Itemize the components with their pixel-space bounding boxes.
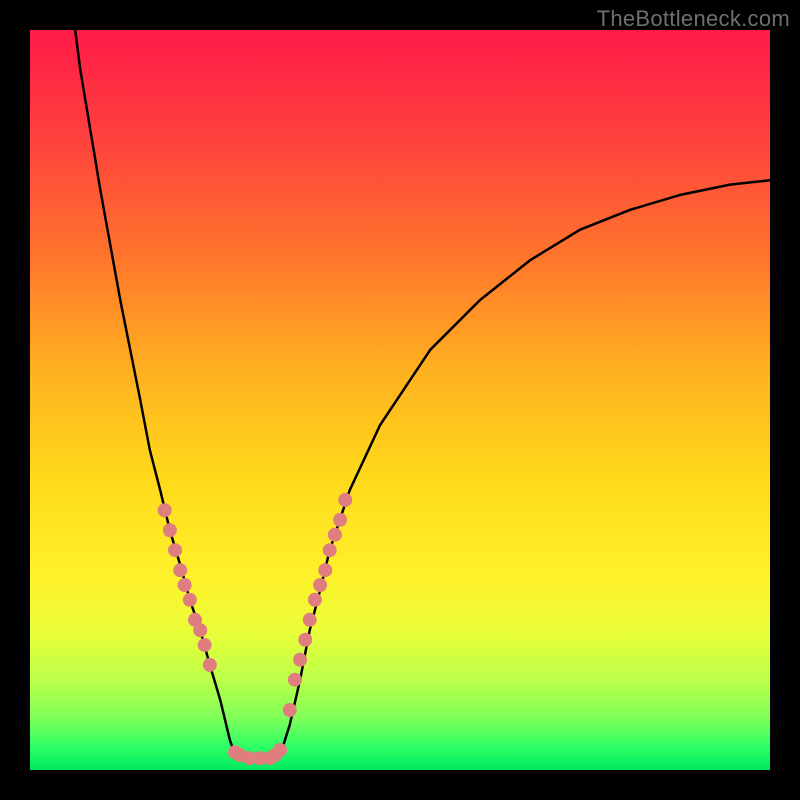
data-dot	[273, 743, 287, 757]
data-dot	[318, 563, 332, 577]
data-dot	[313, 578, 327, 592]
data-dot	[168, 543, 182, 557]
data-dot	[183, 593, 197, 607]
curve-layer	[30, 30, 770, 770]
data-dot	[163, 523, 177, 537]
data-dot	[158, 503, 172, 517]
data-dot	[178, 578, 192, 592]
data-dot	[283, 703, 297, 717]
data-dot	[308, 593, 322, 607]
data-dot	[288, 673, 302, 687]
data-dot	[193, 623, 207, 637]
data-dot	[303, 613, 317, 627]
watermark-text: TheBottleneck.com	[597, 6, 790, 32]
data-dot	[198, 638, 212, 652]
curve-group	[75, 30, 770, 762]
data-dot	[293, 653, 307, 667]
data-dot	[203, 658, 217, 672]
data-dot	[173, 563, 187, 577]
data-dot	[338, 493, 352, 507]
data-dot	[298, 633, 312, 647]
data-dot	[323, 543, 337, 557]
bottleneck-curve	[75, 30, 770, 762]
plot-area	[30, 30, 770, 770]
dot-group	[158, 493, 353, 765]
data-dot	[333, 513, 347, 527]
outer-frame: TheBottleneck.com	[0, 0, 800, 800]
data-dot	[328, 528, 342, 542]
